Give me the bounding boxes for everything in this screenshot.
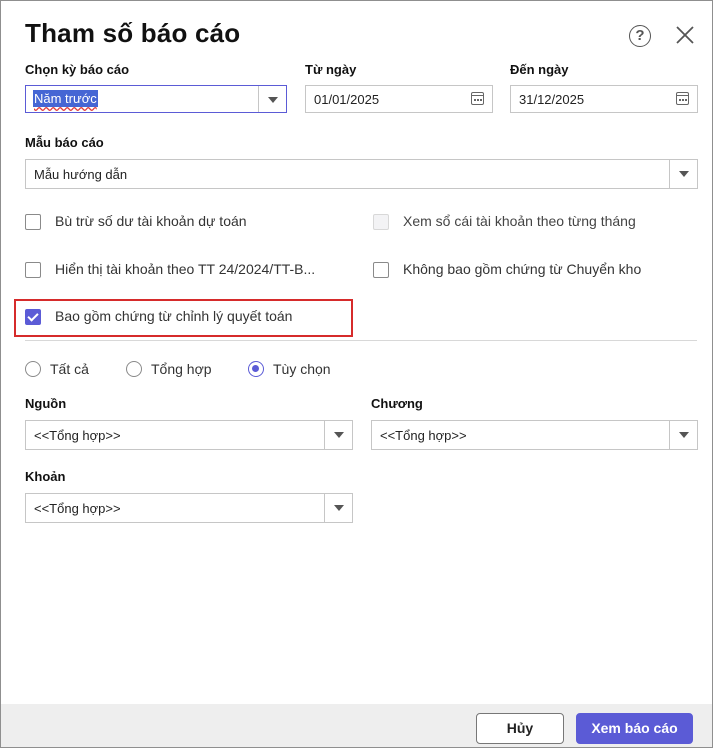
help-icon[interactable]: ? bbox=[629, 25, 651, 47]
cancel-button[interactable]: Hủy bbox=[476, 713, 564, 744]
period-label: Chọn kỳ báo cáo bbox=[25, 62, 130, 77]
radio-summary[interactable] bbox=[126, 361, 142, 377]
from-date-label: Từ ngày bbox=[305, 62, 357, 77]
chevron-down-icon[interactable] bbox=[669, 160, 697, 188]
item-value: <<Tổng hợp>> bbox=[34, 501, 121, 516]
from-date-input[interactable]: 01/01/2025 bbox=[305, 85, 493, 113]
template-label: Mẫu báo cáo bbox=[25, 135, 104, 150]
to-date-value: 31/12/2025 bbox=[519, 92, 585, 107]
period-select[interactable]: Năm trước bbox=[25, 85, 287, 113]
chevron-down-icon[interactable] bbox=[669, 421, 697, 449]
view-report-button[interactable]: Xem báo cáo bbox=[576, 713, 693, 744]
report-parameters-dialog: Tham số báo cáo ? Chọn kỳ báo cáo Năm tr… bbox=[0, 0, 713, 748]
include-adjustment-docs-checkbox[interactable] bbox=[25, 309, 41, 325]
template-value: Mẫu hướng dẫn bbox=[34, 167, 128, 182]
chapter-label: Chương bbox=[371, 396, 423, 411]
from-date-value: 01/01/2025 bbox=[314, 92, 380, 107]
ledger-by-month-label: Xem sổ cái tài khoản theo từng tháng bbox=[403, 213, 636, 229]
radio-summary-label[interactable]: Tổng hợp bbox=[151, 361, 212, 377]
source-value: <<Tổng hợp>> bbox=[34, 428, 121, 443]
close-icon[interactable] bbox=[673, 23, 697, 47]
chapter-select[interactable]: <<Tổng hợp>> bbox=[371, 420, 698, 450]
template-select[interactable]: Mẫu hướng dẫn bbox=[25, 159, 698, 189]
item-label: Khoản bbox=[25, 469, 66, 484]
calendar-icon[interactable] bbox=[471, 92, 484, 105]
chevron-down-icon[interactable] bbox=[258, 86, 286, 112]
exclude-warehouse-transfer-label: Không bao gồm chứng từ Chuyển kho bbox=[403, 261, 642, 277]
item-select[interactable]: <<Tổng hợp>> bbox=[25, 493, 353, 523]
chevron-down-icon[interactable] bbox=[324, 494, 352, 522]
show-accounts-tt24-label: Hiển thị tài khoản theo TT 24/2024/TT-B.… bbox=[55, 261, 316, 277]
radio-custom-label[interactable]: Tùy chọn bbox=[273, 361, 331, 377]
radio-all[interactable] bbox=[25, 361, 41, 377]
calendar-icon[interactable] bbox=[676, 92, 689, 105]
include-adjustment-docs-label: Bao gồm chứng từ chỉnh lý quyết toán bbox=[55, 308, 293, 324]
source-label: Nguồn bbox=[25, 396, 67, 411]
divider bbox=[25, 340, 697, 341]
radio-all-label[interactable]: Tất cả bbox=[50, 361, 89, 377]
period-value: Năm trước bbox=[33, 90, 98, 107]
offset-balance-checkbox[interactable] bbox=[25, 214, 41, 230]
exclude-warehouse-transfer-checkbox[interactable] bbox=[373, 262, 389, 278]
radio-custom[interactable] bbox=[248, 361, 264, 377]
dialog-footer: Hủy Xem báo cáo bbox=[1, 704, 712, 747]
dialog-title: Tham số báo cáo bbox=[25, 18, 241, 48]
chevron-down-icon[interactable] bbox=[324, 421, 352, 449]
source-select[interactable]: <<Tổng hợp>> bbox=[25, 420, 353, 450]
offset-balance-label: Bù trừ số dư tài khoản dự toán bbox=[55, 213, 247, 229]
to-date-input[interactable]: 31/12/2025 bbox=[510, 85, 698, 113]
ledger-by-month-checkbox bbox=[373, 214, 389, 230]
chapter-value: <<Tổng hợp>> bbox=[380, 428, 467, 443]
to-date-label: Đến ngày bbox=[510, 62, 569, 77]
show-accounts-tt24-checkbox[interactable] bbox=[25, 262, 41, 278]
